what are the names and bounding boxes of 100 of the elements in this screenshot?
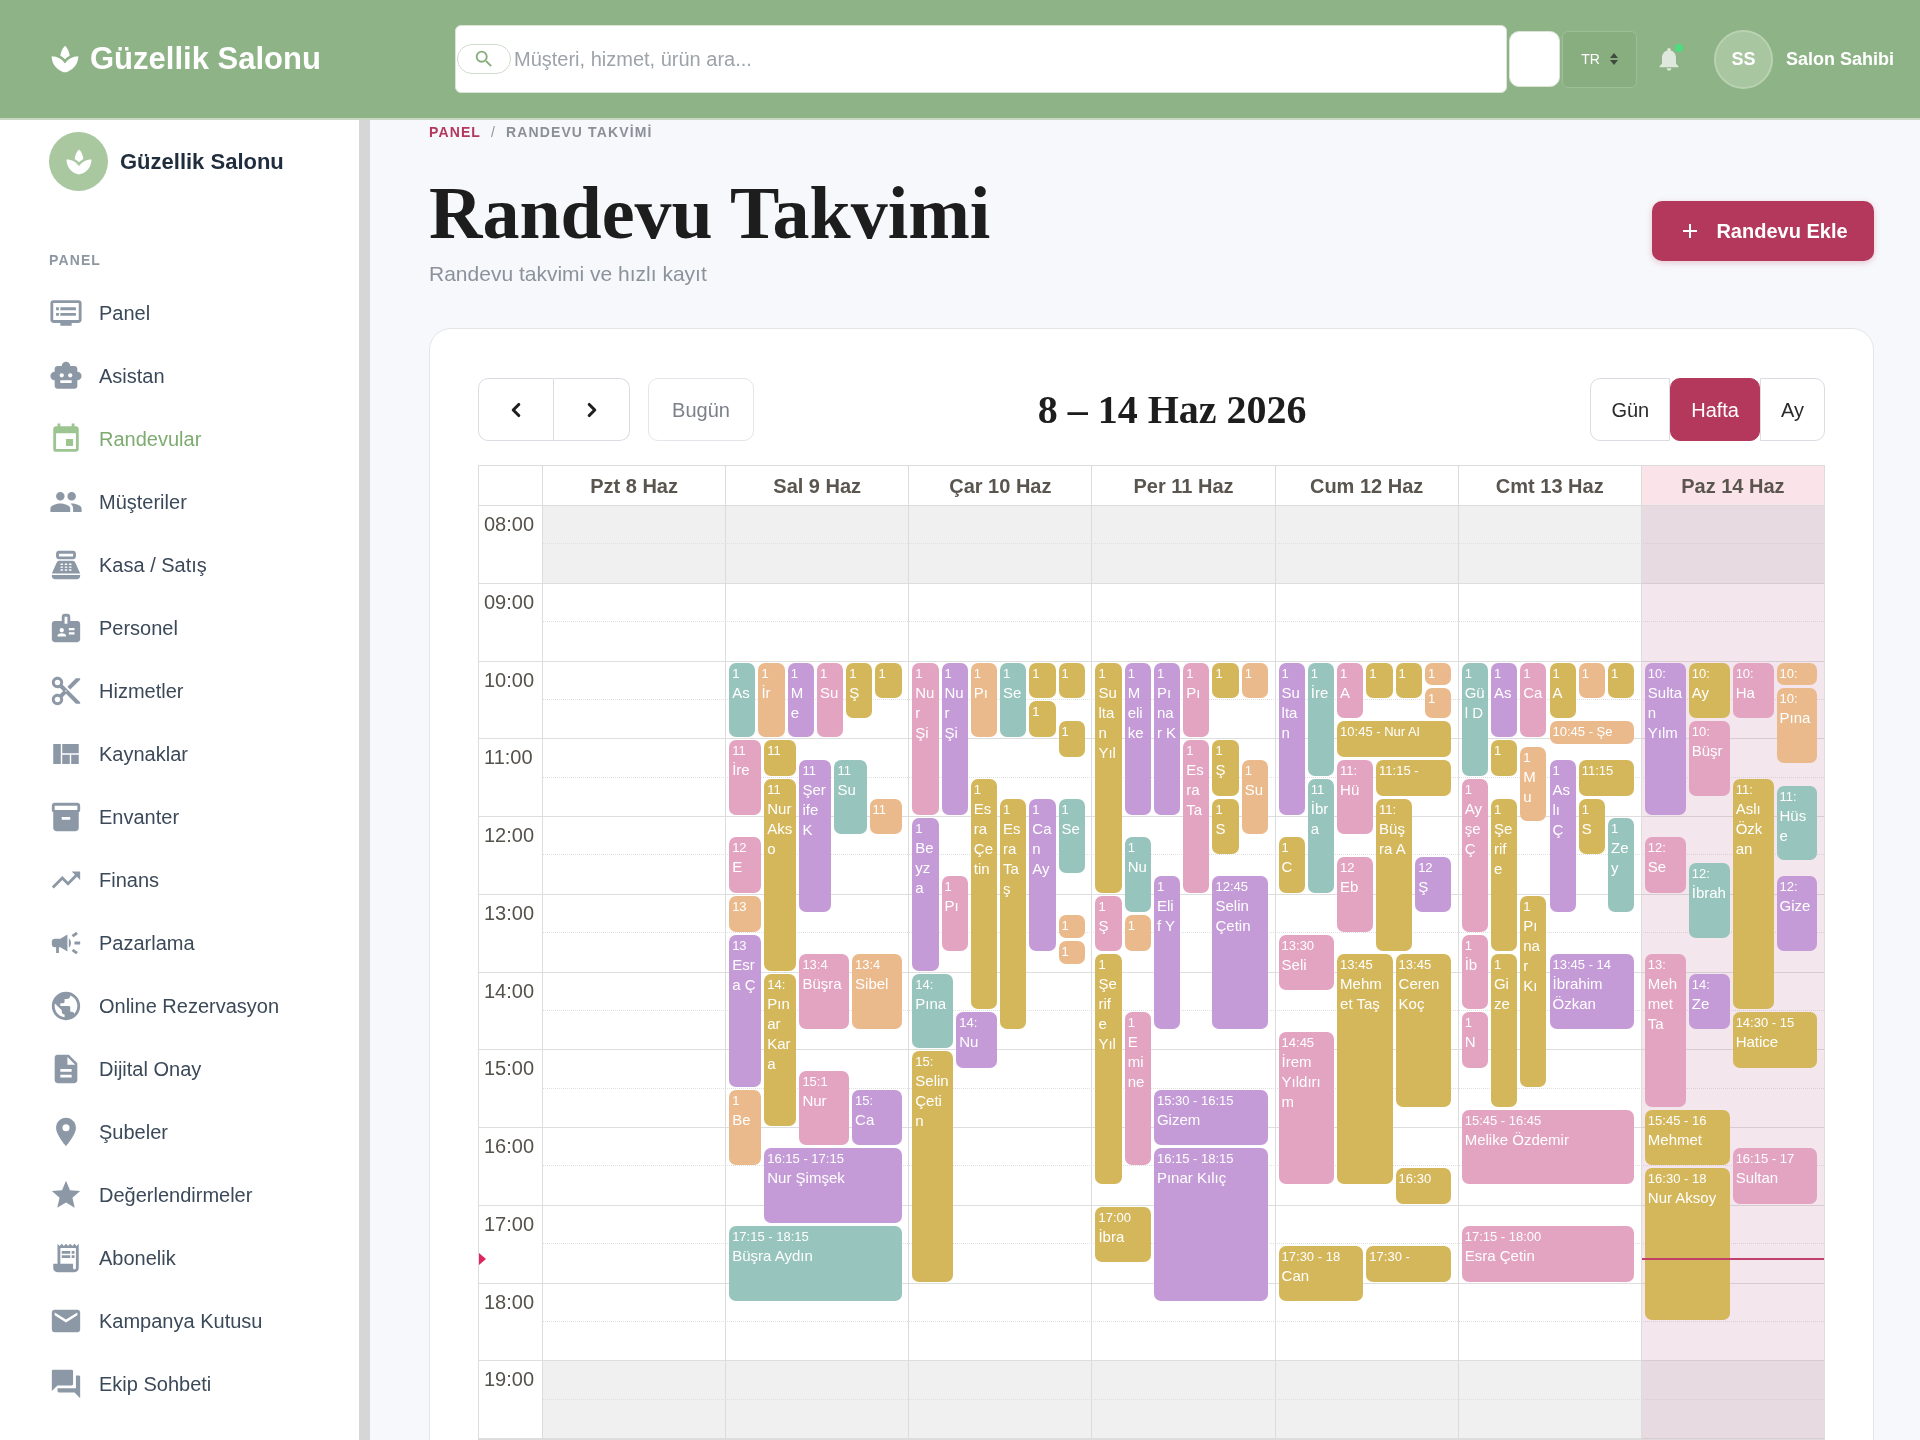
appointment-card[interactable]: 1 Ca bbox=[1520, 662, 1547, 738]
appointment-card[interactable]: 1 Nur Şi bbox=[941, 662, 968, 815]
nav-item[interactable]: Şubeler bbox=[49, 1108, 168, 1156]
view-tab[interactable]: Hafta bbox=[1670, 378, 1760, 441]
nav-item[interactable]: Dijital Onay bbox=[49, 1045, 202, 1093]
appointment-card[interactable]: 12 Eb bbox=[1337, 856, 1374, 932]
nav-item[interactable]: Finans bbox=[49, 856, 160, 904]
appointment-card[interactable]: 11: Büşra A bbox=[1376, 798, 1413, 952]
appointment-card[interactable]: 1 bbox=[1029, 701, 1056, 738]
appointment-card[interactable]: 1 bbox=[1212, 662, 1239, 699]
appointment-card[interactable]: 1 Can Ay bbox=[1029, 798, 1056, 952]
appointment-card[interactable]: 1 Şerife bbox=[1490, 798, 1518, 952]
appointment-card[interactable]: 10: Pına bbox=[1776, 688, 1818, 764]
nav-item[interactable]: Müşteriler bbox=[49, 478, 187, 526]
appointment-card[interactable]: 1 S bbox=[1212, 798, 1239, 854]
appointment-card[interactable]: 17:30 - 18 Can bbox=[1278, 1245, 1364, 1301]
nav-item[interactable]: Kaynaklar bbox=[49, 730, 188, 778]
appointment-card[interactable]: 11 bbox=[764, 740, 797, 777]
appointment-card[interactable]: 13:45 - 14 İbrahim Özkan bbox=[1549, 954, 1635, 1029]
appointment-card[interactable]: 13:30 Seli bbox=[1278, 934, 1335, 990]
appointment-card[interactable]: 1 Melike bbox=[1124, 662, 1151, 815]
appointment-card[interactable]: 1 bbox=[875, 662, 902, 699]
appointment-card[interactable]: 10: Ha bbox=[1732, 662, 1774, 718]
appointment-card[interactable]: 12 E bbox=[729, 837, 762, 893]
appointment-card[interactable]: 1 Mu bbox=[1520, 746, 1547, 822]
appointment-card[interactable]: 15:30 - 16:15 Gizem bbox=[1153, 1090, 1268, 1146]
appointment-card[interactable]: 14: Pına bbox=[912, 973, 954, 1049]
appointment-card[interactable]: 12: Gize bbox=[1776, 876, 1818, 952]
appointment-card[interactable]: 1 Ayşe Ç bbox=[1461, 779, 1488, 932]
nav-item[interactable]: Kasa / Satış bbox=[49, 541, 207, 589]
nav-item[interactable]: Panel bbox=[49, 289, 151, 337]
appointment-card[interactable]: 1 Esra Taş bbox=[1000, 798, 1027, 1029]
appointment-card[interactable]: 12:45 Selin Çetin bbox=[1212, 876, 1268, 1029]
appointment-card[interactable]: 1 Gül D bbox=[1461, 662, 1488, 777]
appointment-card[interactable]: 1 Gize bbox=[1490, 954, 1518, 1107]
appointment-card[interactable]: 15: Selin Çetin bbox=[912, 1051, 954, 1282]
appointment-card[interactable]: 10: Sultan Yılm bbox=[1644, 662, 1686, 815]
appointment-card[interactable]: 14:30 - 15 Hatice bbox=[1732, 1012, 1818, 1068]
nav-item[interactable]: Kampanya Kutusu bbox=[49, 1297, 263, 1345]
appointment-card[interactable]: 13 Esra Ç bbox=[729, 934, 762, 1088]
appointment-card[interactable]: 16:30 bbox=[1395, 1167, 1452, 1204]
appointment-card[interactable]: 1 bbox=[1608, 662, 1635, 699]
language-select[interactable]: TR bbox=[1562, 30, 1637, 88]
appointment-card[interactable]: 1 Pınar K bbox=[1153, 662, 1181, 815]
appointment-card[interactable]: 16:15 - 17:15 Nur Şimşek bbox=[764, 1148, 902, 1224]
appointment-card[interactable]: 1 Ş bbox=[846, 662, 873, 718]
appointment-card[interactable]: 1 A bbox=[1337, 662, 1364, 718]
appointment-card[interactable]: 1 Sultan bbox=[1278, 662, 1305, 815]
appointment-card[interactable]: 11 İbra bbox=[1307, 779, 1335, 893]
appointment-card[interactable]: 14:45 İrem Yıldırım bbox=[1278, 1031, 1335, 1185]
appointment-card[interactable]: 12: İbrah bbox=[1688, 863, 1730, 939]
appointment-card[interactable]: 14: Pınar Kara bbox=[764, 973, 797, 1126]
appointment-card[interactable]: 1 Sultan Yıl bbox=[1095, 662, 1122, 893]
nav-item[interactable]: Ekip Sohbeti bbox=[49, 1360, 212, 1408]
nav-item[interactable]: Pazarlama bbox=[49, 919, 195, 967]
nav-item[interactable]: Envanter bbox=[49, 793, 180, 841]
appointment-card[interactable]: 13: Mehmet Ta bbox=[1644, 954, 1686, 1107]
user-avatar[interactable]: SS bbox=[1714, 29, 1773, 89]
view-tab[interactable]: Gün bbox=[1590, 378, 1671, 441]
breadcrumb-link[interactable]: PANEL bbox=[429, 124, 481, 140]
appointment-card[interactable]: 10:45 - Nur Al bbox=[1337, 720, 1452, 757]
appointment-card[interactable]: 1 As bbox=[729, 662, 756, 738]
blank-button[interactable] bbox=[1509, 31, 1560, 87]
appointment-card[interactable]: 11 İre bbox=[729, 740, 762, 815]
nav-item[interactable]: Online Rezervasyon bbox=[49, 982, 280, 1030]
appointment-card[interactable]: 14: Ze bbox=[1688, 973, 1730, 1029]
appointment-card[interactable]: 1 İr bbox=[758, 662, 785, 738]
appointment-card[interactable]: 16:30 - 18 Nur Aksoy bbox=[1644, 1167, 1730, 1321]
appointment-card[interactable]: 11 Nur Akso bbox=[764, 779, 797, 971]
nav-item[interactable]: Asistan bbox=[49, 352, 165, 400]
appointment-card[interactable]: 17:00 İbra bbox=[1095, 1206, 1151, 1263]
appointment-card[interactable]: 1 Beyza bbox=[912, 818, 939, 971]
appointment-card[interactable]: 11:15 - bbox=[1376, 759, 1452, 796]
appointment-card[interactable]: 1 Emine bbox=[1124, 1012, 1151, 1165]
appointment-card[interactable]: 16:15 - 17 Sultan bbox=[1732, 1148, 1818, 1204]
appointment-card[interactable]: 1 Zey bbox=[1608, 818, 1635, 913]
next-button[interactable] bbox=[554, 378, 630, 441]
search-field[interactable]: Müşteri, hizmet, ürün ara... bbox=[455, 25, 1507, 93]
appointment-card[interactable]: 12: Se bbox=[1644, 837, 1686, 893]
appointment-card[interactable]: 13:4 Sibel bbox=[852, 954, 902, 1029]
appointment-card[interactable]: 17:15 - 18:00 Esra Çetin bbox=[1461, 1226, 1635, 1282]
nav-item[interactable]: Değerlendirmeler bbox=[49, 1171, 253, 1219]
nav-item[interactable]: Hizmetler bbox=[49, 667, 184, 715]
appointment-card[interactable]: 1 İre bbox=[1307, 662, 1335, 777]
appointment-card[interactable]: 1 bbox=[1490, 740, 1518, 777]
appointment-card[interactable]: 1 N bbox=[1461, 1012, 1488, 1068]
appointment-card[interactable]: 13:45 Mehmet Taş bbox=[1337, 954, 1393, 1185]
appointment-card[interactable]: 1 Be bbox=[729, 1090, 762, 1165]
view-tab[interactable]: Ay bbox=[1760, 378, 1825, 441]
appointment-card[interactable]: 1 bbox=[1029, 662, 1056, 699]
appointment-card[interactable]: 10: Ay bbox=[1688, 662, 1730, 718]
appointment-card[interactable]: 11: Aslı Özkan bbox=[1732, 779, 1774, 1010]
nav-item[interactable]: Personel bbox=[49, 604, 178, 652]
appointment-card[interactable]: 17:30 - bbox=[1366, 1245, 1452, 1282]
appointment-card[interactable]: 1 Şerife Yıl bbox=[1095, 954, 1122, 1185]
appointment-card[interactable]: 1 Aslı Ç bbox=[1549, 759, 1576, 913]
appointment-card[interactable]: 10: Büşr bbox=[1688, 720, 1730, 796]
appointment-card[interactable]: 1 bbox=[1124, 915, 1151, 952]
appointment-card[interactable]: 15: Ca bbox=[852, 1090, 902, 1146]
appointment-card[interactable]: 12 Ş bbox=[1415, 856, 1452, 913]
